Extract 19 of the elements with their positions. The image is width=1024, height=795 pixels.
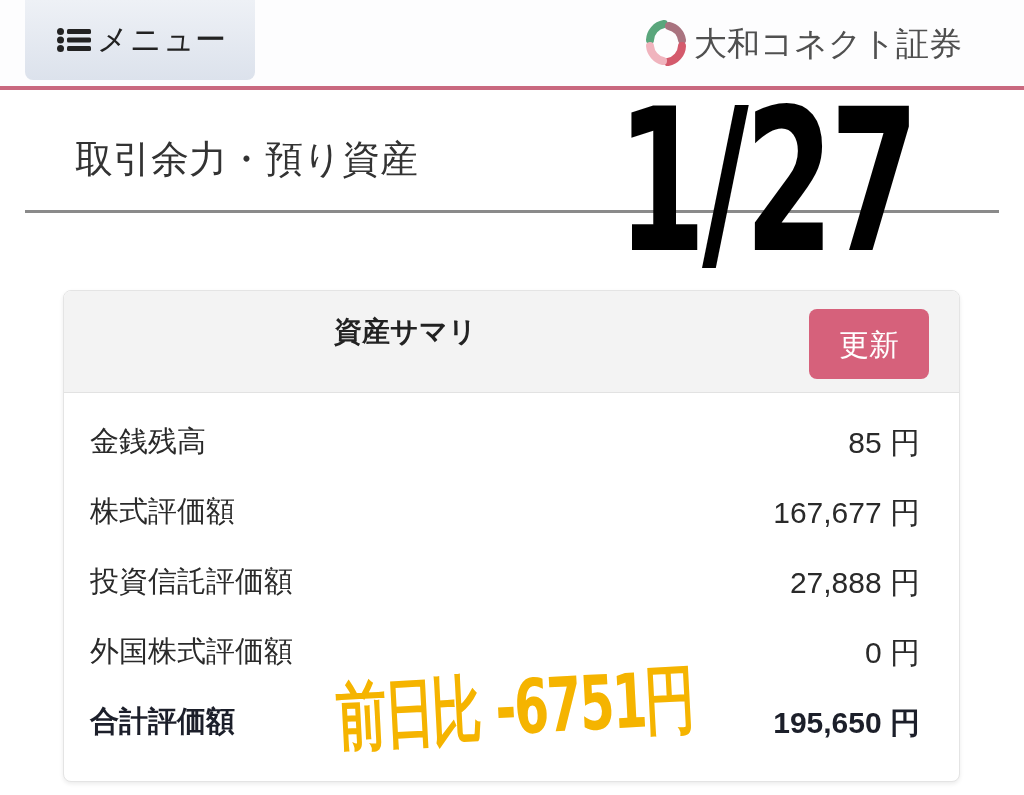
total-value: 195,650 円	[773, 704, 920, 741]
row-value: 85 円	[848, 424, 920, 461]
logo-text: 大和コネクト証券	[694, 26, 962, 60]
card-title: 資産サマリ	[333, 315, 477, 349]
menu-button[interactable]: メニュー	[25, 0, 255, 80]
handwritten-change-note: 前日比 -6751円	[334, 661, 696, 755]
total-label: 合計評価額	[90, 704, 235, 740]
row-value: 167,677 円	[773, 494, 920, 531]
row-label: 投資信託評価額	[90, 564, 293, 600]
row-label: 株式評価額	[90, 494, 235, 530]
row-label: 金銭残高	[90, 424, 206, 460]
page-title: 取引余力・預り資産	[75, 137, 418, 183]
menu-icon	[57, 28, 91, 52]
logo-icon	[644, 18, 688, 68]
row-value: 0 円	[864, 634, 920, 671]
row-label: 外国株式評価額	[90, 634, 293, 670]
handwritten-date-note: 1/27	[617, 82, 915, 282]
refresh-button[interactable]: 更新	[809, 309, 929, 379]
row-value: 27,888 円	[789, 564, 920, 601]
